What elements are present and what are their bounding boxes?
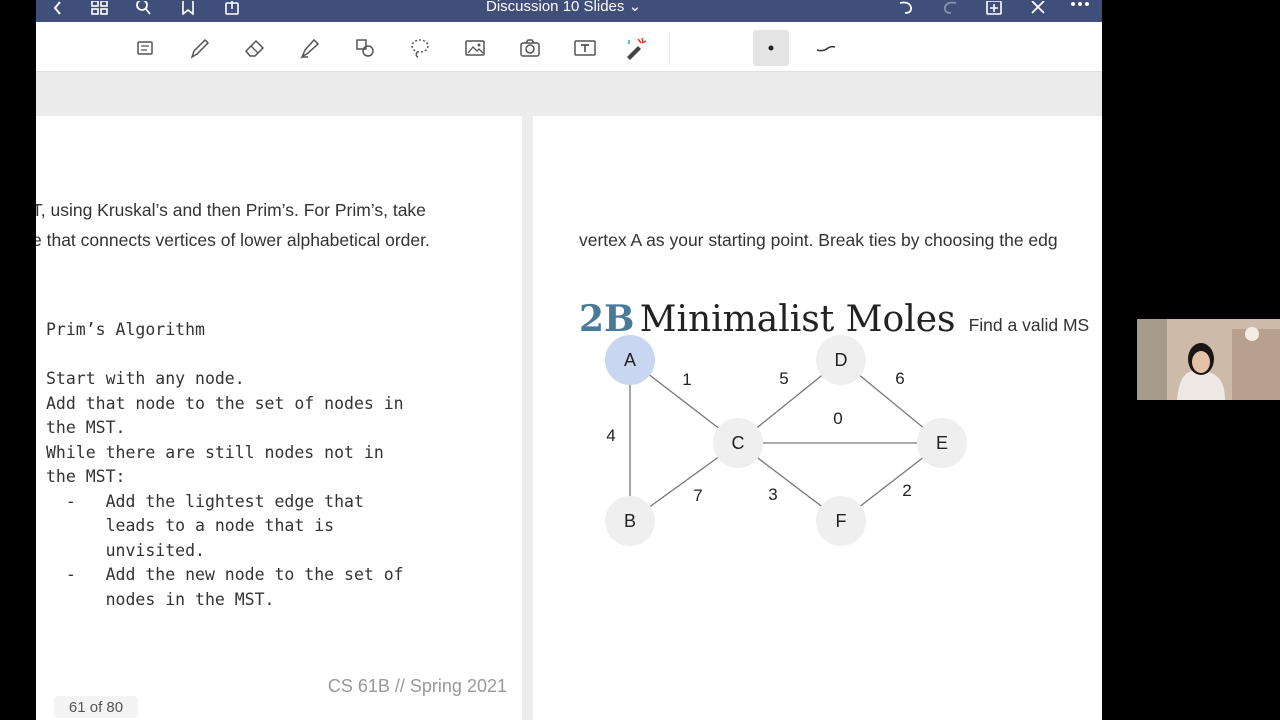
webcam-video [1137, 319, 1280, 400]
code-line: While there are still nodes not in [46, 442, 384, 462]
edge-weight-label: 5 [779, 369, 788, 388]
annotation-toolbar [36, 22, 1102, 72]
stroke-icon[interactable] [812, 34, 840, 62]
edge-weight-label: 2 [902, 481, 911, 500]
webcam-feed [1137, 319, 1280, 400]
code-line: - Add the lightest edge that [46, 491, 364, 511]
camera-icon[interactable] [516, 34, 544, 62]
edge-weight-label: 1 [682, 370, 691, 389]
image-icon[interactable] [461, 34, 489, 62]
slide-page-left[interactable]: T, using Kruskal’s and then Prim’s. For … [36, 116, 522, 720]
course-footer: CS 61B // Spring 2021 [327, 676, 507, 696]
edge-weight-label: 4 [606, 426, 615, 445]
code-line: Add that node to the set of nodes in [46, 393, 404, 413]
bookmark-icon[interactable] [178, 0, 198, 16]
pen-icon[interactable] [186, 34, 214, 62]
code-line: nodes in the MST. [46, 589, 275, 609]
code-line: leads to a node that is [46, 516, 335, 535]
page-counter: 61 of 80 [54, 696, 138, 718]
prims-algorithm-code: Prim’s Algorithm Start with any node. Ad… [46, 318, 404, 612]
code-line: Prim’s Algorithm [46, 320, 205, 339]
share-icon[interactable] [222, 0, 242, 16]
mst-graph: 1 4 7 5 6 0 3 2 A B C D E F [605, 335, 967, 546]
edge-weight-label: 0 [833, 409, 842, 428]
laser-pointer-icon[interactable] [621, 34, 649, 62]
node-label: E [936, 433, 948, 453]
instruction-line-1: T, using Kruskal’s and then Prim’s. For … [36, 200, 426, 220]
node-label: F [836, 511, 847, 531]
code-line: Start with any node. [46, 369, 245, 388]
node-label: B [624, 511, 636, 531]
document-title[interactable]: Discussion 10 Slides ⌄ [486, 0, 641, 15]
more-icon[interactable] [1070, 0, 1090, 16]
instruction-line-2: e that connects vertices of lower alphab… [36, 230, 430, 250]
close-icon[interactable] [1028, 0, 1048, 16]
edge-weight-label: 3 [768, 485, 777, 504]
node-label: A [624, 350, 636, 370]
code-line: unvisited. [46, 540, 205, 560]
top-nav-bar: Discussion 10 Slides ⌄ [36, 0, 1102, 22]
search-icon[interactable] [134, 0, 154, 16]
highlighter-icon[interactable] [296, 34, 324, 62]
eraser-icon[interactable] [241, 34, 269, 62]
slide-page-right[interactable]: 2B Minimalist Moles Find a valid MS vert… [533, 116, 1102, 720]
shapes-icon[interactable] [351, 34, 379, 62]
grid-icon[interactable] [90, 0, 110, 16]
back-icon[interactable] [48, 0, 68, 16]
toolbar-divider [669, 32, 670, 66]
instruction-line-2-right: vertex A as your starting point. Break t… [579, 230, 1058, 250]
edge-weight-label: 6 [895, 369, 904, 388]
lasso-icon[interactable] [406, 34, 434, 62]
node-label: D [835, 350, 848, 370]
code-line: the MST: [46, 467, 126, 486]
edge-weight-label: 7 [693, 486, 702, 505]
scan-icon[interactable] [131, 34, 159, 62]
dot-icon[interactable] [753, 30, 789, 66]
code-line: - Add the new node to the set of [46, 565, 404, 584]
add-page-icon[interactable] [984, 0, 1004, 16]
redo-icon[interactable] [940, 0, 960, 16]
notes-app: Discussion 10 Slides ⌄ T, using Kruskal’… [36, 0, 1102, 720]
node-label: C [732, 433, 745, 453]
undo-icon[interactable] [896, 0, 916, 16]
code-line: the MST. [46, 418, 126, 437]
textbox-icon[interactable] [571, 34, 599, 62]
